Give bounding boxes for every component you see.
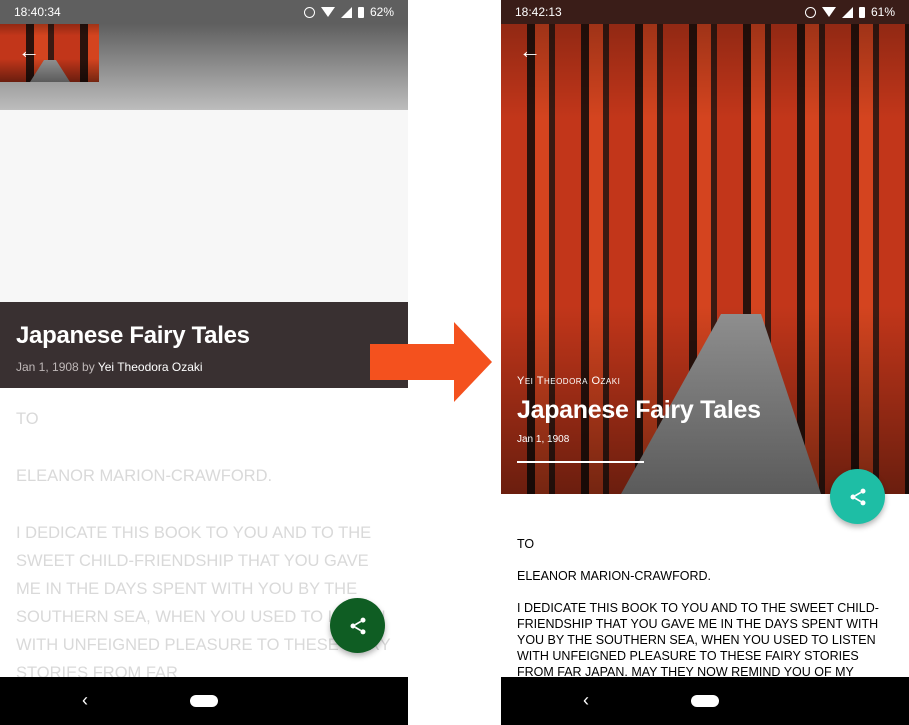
- cover-image-thumbnail: [0, 24, 99, 82]
- status-bar: 18:42:13 61%: [501, 0, 909, 24]
- nav-home-icon[interactable]: [190, 695, 218, 707]
- navigation-bar: ‹: [501, 677, 909, 725]
- battery-icon: [858, 6, 865, 18]
- wifi-icon: [821, 7, 836, 17]
- alarm-icon: [303, 6, 315, 18]
- content-paragraph: I DEDICATE THIS BOOK TO YOU AND TO THE S…: [517, 601, 879, 679]
- status-bar: 18:40:34 62%: [0, 0, 408, 24]
- alarm-icon: [804, 6, 816, 18]
- share-button[interactable]: [830, 469, 885, 524]
- back-arrow-icon[interactable]: ←: [519, 40, 541, 62]
- right-arrow-icon: [370, 322, 492, 402]
- battery-icon: [357, 6, 364, 18]
- share-icon: [850, 488, 865, 505]
- share-icon: [350, 617, 365, 634]
- book-author: Yei Theodora Ozaki: [517, 375, 621, 387]
- content-paragraph: ELEANOR MARION-CRAWFORD.: [517, 569, 711, 583]
- book-title: Japanese Fairy Tales: [517, 396, 761, 424]
- title-underline: [517, 461, 644, 463]
- nav-back-icon[interactable]: ‹: [583, 690, 589, 711]
- after-screen: 18:42:13 61% ← Yei Theodora Ozaki Japane…: [501, 0, 909, 725]
- signal-icon: [340, 6, 352, 18]
- book-meta: Jan 1, 1908 by Yei Theodora Ozaki: [16, 360, 392, 374]
- content-paragraph: I DEDICATE THIS BOOK TO YOU AND TO THE S…: [16, 524, 391, 682]
- battery-level: 62%: [369, 5, 394, 19]
- content-paragraph: TO: [16, 410, 39, 428]
- image-placeholder: [0, 110, 408, 302]
- book-header: Japanese Fairy Tales Jan 1, 1908 by Yei …: [0, 302, 408, 388]
- nav-back-icon[interactable]: ‹: [82, 690, 88, 711]
- book-date: Jan 1, 1908: [517, 434, 570, 445]
- status-time: 18:40:34: [14, 5, 61, 19]
- back-arrow-icon[interactable]: ←: [18, 40, 40, 62]
- navigation-bar: ‹: [0, 677, 408, 725]
- book-title: Japanese Fairy Tales: [16, 322, 250, 349]
- content-paragraph: ELEANOR MARION-CRAWFORD.: [16, 467, 273, 485]
- status-time: 18:42:13: [515, 5, 562, 19]
- wifi-icon: [320, 7, 335, 17]
- book-author[interactable]: Yei Theodora Ozaki: [98, 360, 203, 374]
- book-content: TO ELEANOR MARION-CRAWFORD. I DEDICATE T…: [16, 405, 396, 716]
- content-paragraph: TO: [517, 537, 535, 551]
- book-date: Jan 1, 1908 by: [16, 360, 95, 374]
- nav-home-icon[interactable]: [691, 695, 719, 707]
- before-screen: 18:40:34 62% ← Japanese Fairy Tales Jan …: [0, 0, 408, 725]
- battery-level: 61%: [870, 5, 895, 19]
- signal-icon: [841, 6, 853, 18]
- book-content: TO ELEANOR MARION-CRAWFORD. I DEDICATE T…: [517, 536, 897, 696]
- share-button[interactable]: [330, 598, 385, 653]
